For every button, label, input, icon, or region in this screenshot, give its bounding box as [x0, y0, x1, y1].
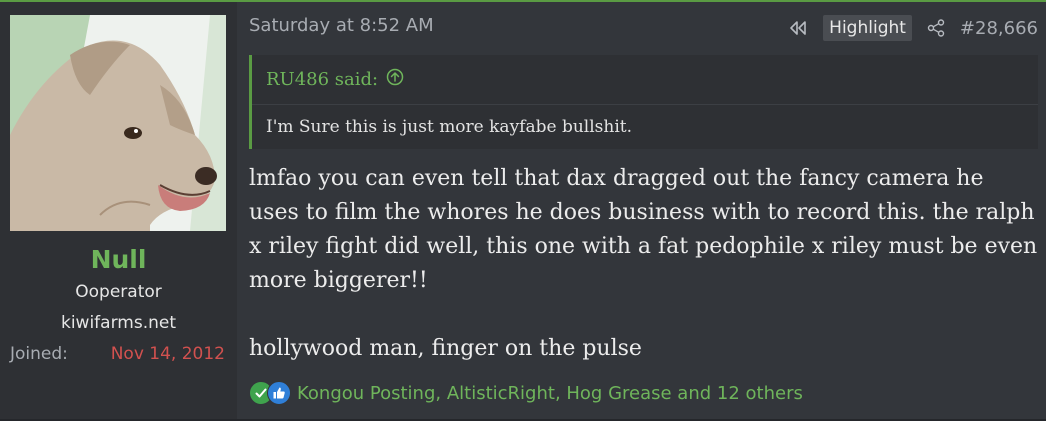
- post-content: Saturday at 8:52 AM Highlight #28,666 RU…: [237, 2, 1046, 421]
- post-actions: Highlight #28,666: [787, 15, 1038, 41]
- forum-post: Null Ooperator kiwifarms.net Joined: Nov…: [0, 0, 1046, 421]
- message-paragraph: hollywood man, finger on the pulse: [249, 336, 642, 361]
- username[interactable]: Null: [0, 245, 237, 274]
- dog-avatar-icon: [10, 15, 226, 231]
- quote-attribution[interactable]: RU486 said:: [266, 69, 378, 90]
- reaction-icons[interactable]: [249, 381, 291, 405]
- post-date[interactable]: Saturday at 8:52 AM: [249, 15, 434, 36]
- user-title: Ooperator: [75, 282, 162, 302]
- message-paragraph: lmfao you can even tell that dax dragged…: [249, 166, 1038, 293]
- joined-label: Joined:: [10, 344, 68, 364]
- post-number-link[interactable]: #28,666: [960, 18, 1038, 39]
- quote-header: RU486 said:: [252, 55, 1038, 105]
- user-avatar[interactable]: [10, 15, 226, 231]
- quote-text: I'm Sure this is just more kayfabe bulls…: [266, 117, 632, 137]
- user-sidebar: Null Ooperator kiwifarms.net Joined: Nov…: [0, 2, 237, 421]
- rewind-icon[interactable]: [787, 18, 809, 38]
- reactions-list[interactable]: Kongou Posting, AltisticRight, Hog Greas…: [297, 383, 803, 404]
- quote-block: RU486 said: I'm Sure this is just more k…: [249, 55, 1038, 149]
- highlight-button[interactable]: Highlight: [823, 15, 912, 41]
- reactions-bar: Kongou Posting, AltisticRight, Hog Greas…: [249, 380, 803, 406]
- user-banner: kiwifarms.net: [60, 313, 176, 333]
- arrow-up-circle-icon[interactable]: [386, 68, 404, 91]
- joined-date: Nov 14, 2012: [110, 344, 225, 364]
- message-body: lmfao you can even tell that dax dragged…: [249, 162, 1039, 366]
- like-reaction-icon: [267, 381, 291, 405]
- share-icon[interactable]: [926, 18, 946, 38]
